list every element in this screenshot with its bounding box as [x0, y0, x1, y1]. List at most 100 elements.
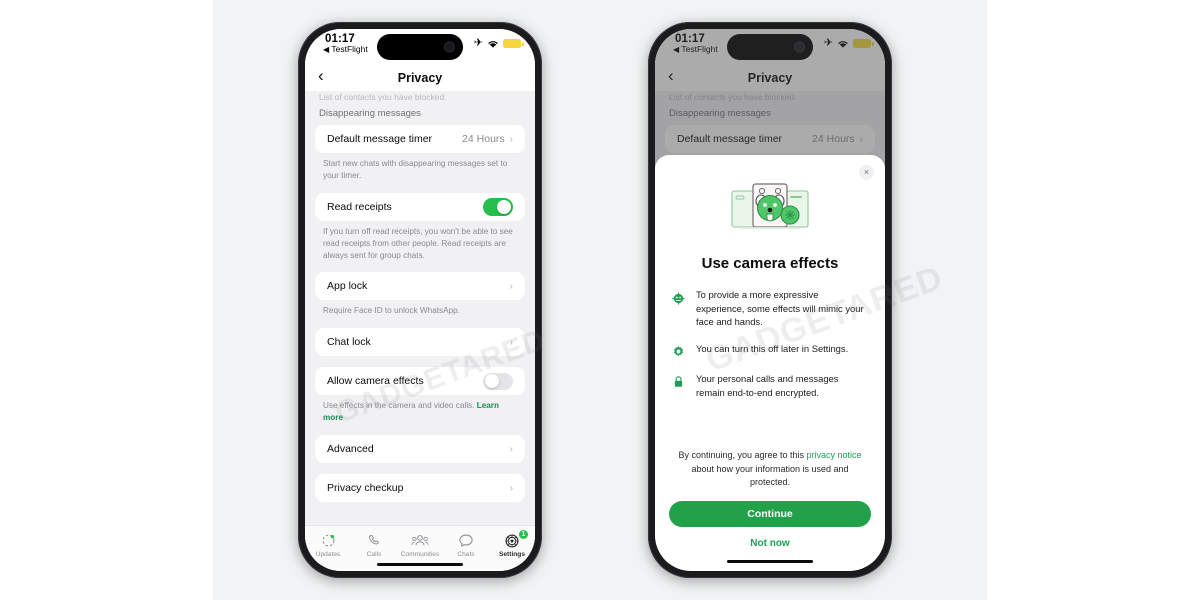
- bullet-text: Your personal calls and messages remain …: [696, 372, 839, 398]
- wifi-icon: [488, 40, 498, 48]
- home-indicator: [727, 559, 813, 563]
- face-effects-icon: [671, 291, 685, 305]
- card-advanced: Advanced ›: [315, 435, 525, 464]
- page-title: Privacy: [397, 71, 443, 85]
- communities-icon: [397, 531, 443, 550]
- toggle-knob: [484, 374, 499, 389]
- blocked-contacts-footnote: List of contacts you have blocked.: [319, 92, 447, 102]
- row-chat-lock[interactable]: Chat lock ›: [327, 328, 513, 356]
- tab-label: Calls: [366, 551, 382, 558]
- row-app-lock[interactable]: App lock ›: [327, 272, 513, 300]
- airplane-mode-icon: ✈: [473, 37, 483, 49]
- group-label-disappearing-messages: Disappearing messages: [319, 108, 421, 119]
- tab-label: Chats: [457, 551, 475, 558]
- back-triangle-icon: ◀: [323, 45, 330, 54]
- settings-badge: 1: [518, 529, 529, 540]
- modal-title: Use camera effects: [701, 255, 839, 272]
- row-advanced[interactable]: Advanced ›: [327, 435, 513, 463]
- row-privacy-checkup[interactable]: Privacy checkup ›: [327, 474, 513, 502]
- agreement-suffix: about how your information is used and p…: [691, 463, 849, 488]
- tab-chats[interactable]: Chats: [443, 531, 489, 558]
- tab-label: Settings: [498, 551, 525, 558]
- bullet-item: Your personal calls and messages remain …: [671, 372, 869, 399]
- row-default-message-timer[interactable]: Default message timer 24 Hours ›: [327, 125, 513, 153]
- tab-label: Updates: [315, 551, 341, 558]
- chevron-right-icon: ›: [509, 133, 513, 145]
- phone-left-screen: 01:17 ◀ TestFlight ✈ ‹ Privacy List of c…: [305, 29, 535, 571]
- card-read-receipts: Read receipts: [315, 192, 525, 221]
- continue-button[interactable]: Continue: [669, 500, 871, 527]
- camera-effects-modal: × Use camera effects To provide a more e…: [655, 155, 885, 571]
- front-camera-icon: [445, 42, 454, 52]
- footnote-app-lock: Require Face ID to unlock WhatsApp.: [323, 306, 460, 316]
- row-label: Advanced: [327, 443, 374, 456]
- phone-icon: [351, 531, 397, 550]
- footnote-camera-effects: Use effects in the camera and video call…: [305, 395, 535, 424]
- privacy-notice-link[interactable]: privacy notice: [807, 450, 862, 460]
- row-label: Chat lock: [327, 336, 371, 349]
- home-indicator: [377, 562, 463, 566]
- modal-bullet-list: To provide a more expressive experience,…: [671, 288, 869, 412]
- lock-icon: [671, 375, 685, 389]
- card-privacy-checkup: Privacy checkup ›: [315, 474, 525, 503]
- back-app-label: TestFlight: [331, 44, 368, 54]
- gear-icon: [671, 345, 685, 359]
- settings-scroll-area[interactable]: List of contacts you have blocked. Disap…: [305, 91, 535, 571]
- dynamic-island: [377, 34, 463, 60]
- status-bar-left: 01:17 ◀ TestFlight ✈: [305, 29, 535, 65]
- not-now-button[interactable]: Not now: [669, 538, 871, 549]
- row-value: 24 Hours: [462, 133, 505, 145]
- read-receipts-toggle[interactable]: [483, 198, 513, 216]
- chevron-right-icon: ›: [509, 280, 513, 292]
- allow-camera-effects-toggle[interactable]: [483, 372, 513, 391]
- close-icon[interactable]: ×: [859, 165, 874, 180]
- nav-bar-left: ‹ Privacy: [305, 65, 535, 91]
- screenshot-stage: 01:17 ◀ TestFlight ✈ ‹ Privacy List of c…: [0, 0, 1200, 600]
- chevron-right-icon: ›: [509, 336, 513, 348]
- card-default-message-timer: Default message timer 24 Hours ›: [315, 125, 525, 153]
- bullet-text: To provide a more expressive experience,…: [696, 289, 864, 328]
- battery-icon: [503, 39, 524, 48]
- bottom-tab-bar: Updates Calls Communities Chats 1 Settin…: [305, 525, 535, 571]
- tab-label: Communities: [400, 551, 440, 558]
- bullet-item: To provide a more expressive experience,…: [671, 288, 869, 329]
- back-button[interactable]: ‹: [318, 67, 324, 84]
- row-read-receipts[interactable]: Read receipts: [327, 193, 513, 221]
- tab-settings[interactable]: 1 Settings: [489, 529, 535, 558]
- footnote-timer: Start new chats with disappearing messag…: [323, 159, 508, 180]
- row-trailing: 24 Hours ›: [462, 133, 513, 145]
- phone-right: 01:17 ◀ TestFlight ✈ ‹ Privacy List of c…: [648, 22, 892, 578]
- footnote-read-receipts: If you turn off read receipts, you won't…: [323, 226, 513, 260]
- agreement-text: By continuing, you agree to this privacy…: [669, 449, 871, 490]
- chat-bubble-icon: [443, 531, 489, 550]
- bullet-item: You can turn this off later in Settings.: [671, 342, 869, 359]
- phone-right-screen: 01:17 ◀ TestFlight ✈ ‹ Privacy List of c…: [655, 29, 885, 571]
- bullet-text: You can turn this off later in Settings.: [696, 342, 849, 354]
- row-allow-camera-effects[interactable]: Allow camera effects: [327, 367, 513, 395]
- card-camera-effects: Allow camera effects: [315, 367, 525, 396]
- chevron-right-icon: ›: [509, 482, 513, 494]
- footnote-text: Use effects in the camera and video call…: [323, 401, 475, 411]
- updates-icon: [305, 531, 351, 550]
- tab-updates[interactable]: Updates: [305, 531, 351, 558]
- agreement-prefix: By continuing, you agree to this: [678, 450, 807, 460]
- row-label: Default message timer: [327, 133, 433, 145]
- camera-effects-illustration: [728, 179, 812, 241]
- toggle-knob: [497, 199, 512, 214]
- tab-calls[interactable]: Calls: [351, 531, 397, 558]
- row-label: App lock: [327, 280, 368, 293]
- chevron-right-icon: ›: [509, 443, 513, 455]
- tab-communities[interactable]: Communities: [397, 531, 443, 558]
- card-app-lock: App lock ›: [315, 272, 525, 301]
- row-label: Allow camera effects: [327, 375, 424, 388]
- card-chat-lock: Chat lock ›: [315, 328, 525, 357]
- status-indicators: ✈: [473, 37, 524, 49]
- row-label: Privacy checkup: [327, 482, 404, 495]
- phone-left: 01:17 ◀ TestFlight ✈ ‹ Privacy List of c…: [298, 22, 542, 578]
- row-label: Read receipts: [327, 200, 392, 213]
